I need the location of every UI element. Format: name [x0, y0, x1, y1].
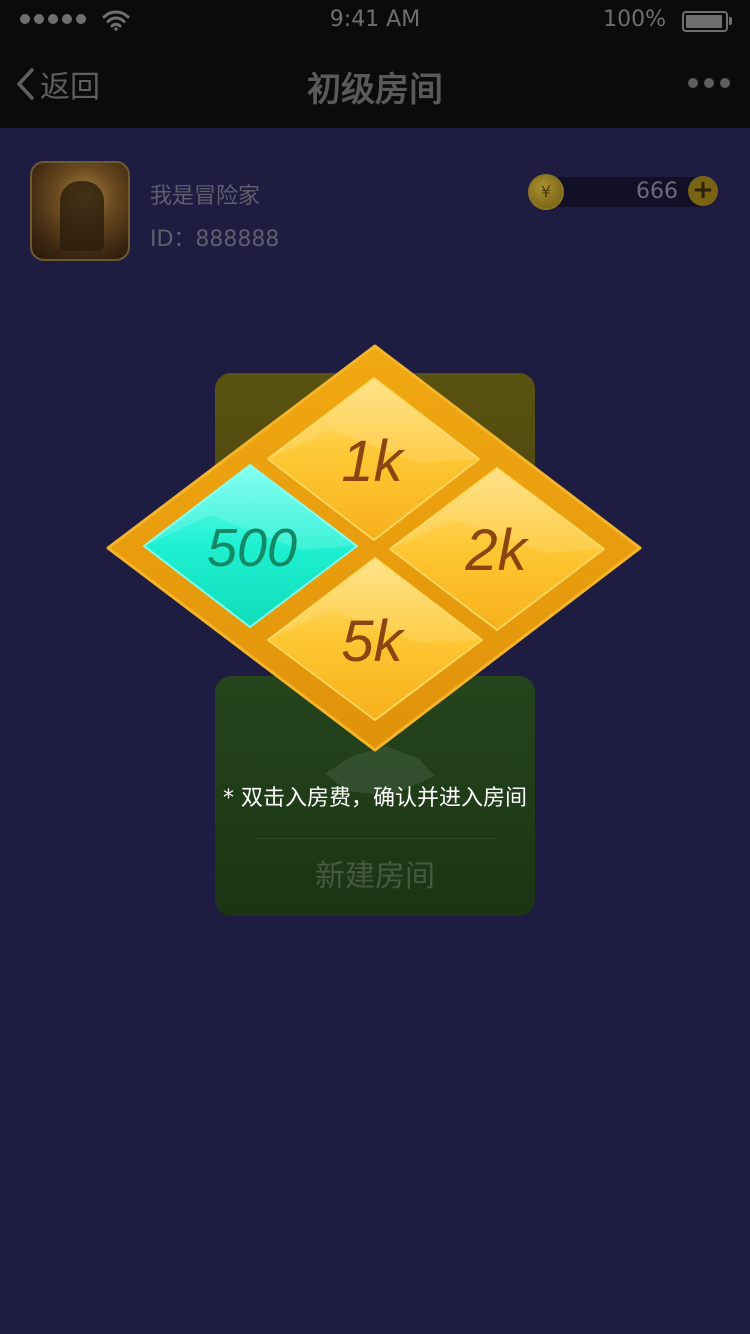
player-name: 我是冒险家 — [150, 184, 261, 209]
fee-label-5k: 5k — [341, 609, 405, 674]
coin-count: 666 — [636, 179, 678, 204]
status-bar: 9:41 AM 100% — [0, 0, 750, 40]
nav-bar: 返回 初级房间 — [0, 40, 750, 128]
player-id: ID：888888 — [150, 227, 280, 252]
avatar[interactable] — [30, 161, 130, 261]
create-room-button[interactable]: 新建房间 — [215, 851, 535, 895]
entry-fee-hint: * 双击入房费，确认并进入房间 — [223, 786, 527, 811]
room-screen: 9:41 AM 100% 返回 初级房间 我是冒险家 ID：888888 ¥ 6… — [0, 0, 750, 1334]
battery-percent: 100% — [603, 7, 666, 32]
fee-label-2k: 2k — [464, 518, 529, 583]
page-title: 初级房间 — [307, 70, 443, 110]
fee-label-1k: 1k — [341, 429, 405, 494]
room-content: 我是冒险家 ID：888888 ¥ 666 + 新建房间 — [0, 128, 750, 1334]
add-coins-button[interactable]: + — [688, 176, 718, 206]
more-icon[interactable] — [688, 78, 730, 88]
battery-icon — [682, 11, 732, 32]
coin-balance: ¥ 666 + — [528, 172, 718, 212]
coin-icon: ¥ — [528, 174, 564, 210]
fee-label-500: 500 — [207, 518, 297, 578]
